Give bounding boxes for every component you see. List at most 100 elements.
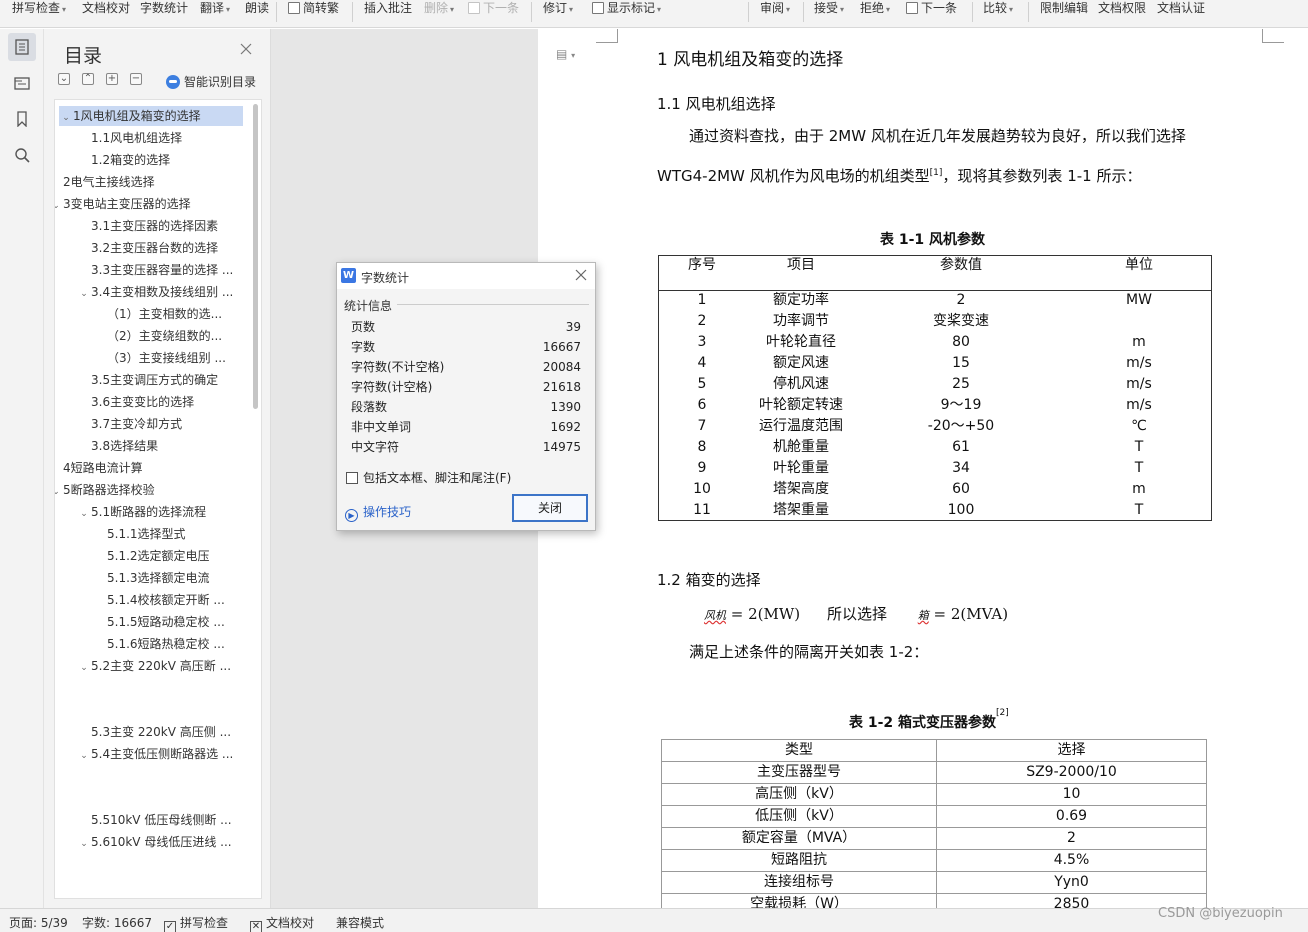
remove-icon[interactable]: − <box>130 73 142 85</box>
toc-scrollbar[interactable] <box>253 104 258 409</box>
ribbon-item-18[interactable]: 文档认证 <box>1157 0 1205 16</box>
dropdown-arrow-icon[interactable]: ▾ <box>657 5 661 14</box>
toc-item[interactable]: ⌄ 5.4主变低压侧断路器选 ... <box>77 744 243 764</box>
close-button[interactable]: 关闭 <box>512 494 588 522</box>
chevron-down-icon[interactable]: ⌄ <box>77 746 91 764</box>
ribbon-item-16[interactable]: 限制编辑 <box>1040 0 1088 16</box>
collapse-all-icon[interactable]: ⌄ <box>58 73 70 85</box>
chevron-down-icon[interactable]: ⌄ <box>77 658 91 676</box>
search-icon[interactable] <box>8 141 36 169</box>
toc-item[interactable]: 1.2箱变的选择 <box>91 150 243 170</box>
chevron-down-icon[interactable]: ⌄ <box>77 284 91 302</box>
table-row: 5 停机风速 25 m/s <box>697 376 1152 392</box>
ribbon-item-3[interactable]: 翻译 ▾ <box>200 0 230 16</box>
toc-item[interactable]: ⌄ 5.2主变 220kV 高压断 ... <box>77 656 243 676</box>
heading-1: 1 风电机组及箱变的选择 <box>657 50 844 70</box>
dialog-titlebar[interactable]: W 字数统计 <box>337 263 595 289</box>
ribbon-item-14[interactable]: 下一条 <box>906 0 957 16</box>
expand-up-icon[interactable]: ⌃ <box>82 73 94 85</box>
chevron-down-icon[interactable]: ⌄ <box>59 108 73 126</box>
toc-item[interactable]: 3.6主变变比的选择 <box>91 392 243 412</box>
toc-item[interactable]: 3.2主变压器台数的选择 <box>91 238 243 258</box>
toc-item[interactable]: 5.1.2选定额定电压 <box>107 546 243 566</box>
ribbon-item-6[interactable]: 插入批注 <box>364 0 412 16</box>
toc-item[interactable]: 5.1.3选择额定电流 <box>107 568 243 588</box>
dropdown-arrow-icon[interactable]: ▾ <box>569 5 573 14</box>
word-count-indicator[interactable]: 字数: 16667 <box>82 914 152 931</box>
bookmark-icon[interactable] <box>8 105 36 133</box>
chevron-down-icon[interactable]: ⌄ <box>55 196 63 214</box>
page-menu-icon[interactable]: ▤ ▾ <box>556 47 575 61</box>
ribbon-item-0[interactable]: 拼写检查 ▾ <box>12 0 66 16</box>
toc-item[interactable]: （2）主变绕组数的... <box>107 326 243 346</box>
dropdown-arrow-icon[interactable]: ▾ <box>886 5 890 14</box>
toc-item[interactable]: ⌄ 5.610kV 母线低压进线 ... <box>77 832 243 852</box>
close-icon[interactable] <box>240 43 254 57</box>
toc-icon[interactable] <box>8 33 36 61</box>
toc-item[interactable]: 3.5主变调压方式的确定 <box>91 370 243 390</box>
add-icon[interactable]: + <box>106 73 118 85</box>
ribbon-item-4[interactable]: 朗读 <box>245 0 269 16</box>
tips-link[interactable]: ▶ 操作技巧 <box>345 503 411 522</box>
toc-item[interactable]: 2电气主接线选择 <box>63 172 243 192</box>
margin-corner-left <box>596 29 618 43</box>
page-indicator[interactable]: 页面: 5/39 <box>9 914 68 931</box>
toc-item[interactable]: 5.1.6短路热稳定校 ... <box>107 634 243 654</box>
dropdown-arrow-icon[interactable]: ▾ <box>1009 5 1013 14</box>
ribbon-item-2[interactable]: 字数统计 <box>140 0 188 16</box>
toc-item[interactable]: 5.1.4校核额定开断 ... <box>107 590 243 610</box>
table-row: 8 机舱重量 61 T <box>697 439 1144 455</box>
ribbon-item-12[interactable]: 接受 ▾ <box>814 0 844 16</box>
ribbon-item-10[interactable]: 显示标记 ▾ <box>592 0 661 16</box>
ribbon-item-15[interactable]: 比较 ▾ <box>983 0 1013 16</box>
ribbon-item-7: 删除 ▾ <box>424 1 455 15</box>
chevron-down-icon[interactable]: ⌄ <box>77 504 91 522</box>
ribbon-item-13[interactable]: 拒绝 ▾ <box>860 0 890 16</box>
table-row: 低压侧（kV） 0.69 <box>661 805 1207 828</box>
toc-item[interactable]: 4短路电流计算 <box>63 458 243 478</box>
table-1-body: 1 额定功率 2 MW 2 功率调节 变桨变速 3 叶轮轮直径 80 m 4 额定风速 15 m/s 5 停机风… <box>658 290 1212 521</box>
toc-item[interactable]: 1.1风电机组选择 <box>91 128 243 148</box>
toc-item[interactable]: 5.510kV 低压母线侧断 ... <box>91 810 243 830</box>
ribbon-item-17[interactable]: 文档权限 <box>1098 0 1146 16</box>
toc-item[interactable]: 3.1主变压器的选择因素 <box>91 216 243 236</box>
ribbon-separator <box>531 2 532 22</box>
ribbon-item-5[interactable]: 简转繁 <box>288 0 339 16</box>
dropdown-arrow-icon[interactable]: ▾ <box>226 5 230 14</box>
toc-item[interactable]: 3.7主变冷却方式 <box>91 414 243 434</box>
play-icon: ▶ <box>345 509 358 522</box>
toc-item[interactable]: 3.3主变压器容量的选择 ... <box>91 260 243 280</box>
dropdown-arrow-icon[interactable]: ▾ <box>450 5 454 14</box>
toc-item[interactable]: ⌄5断路器选择校验 <box>55 480 243 500</box>
spell-check-toggle[interactable]: ✓ 拼写检查 <box>164 914 228 932</box>
ribbon-item-1[interactable]: 文档校对 <box>82 0 130 16</box>
tool-icon <box>468 2 480 14</box>
table-row: 9 叶轮重量 34 T <box>697 460 1144 476</box>
outline-icon[interactable] <box>8 69 36 97</box>
dropdown-arrow-icon[interactable]: ▾ <box>840 5 844 14</box>
ribbon-item-9[interactable]: 修订 ▾ <box>543 0 573 16</box>
smart-toc-button[interactable]: 智能识别目录 <box>166 73 256 90</box>
toc-item[interactable]: （1）主变相数的选... <box>107 304 243 324</box>
dropdown-arrow-icon[interactable]: ▾ <box>786 5 790 14</box>
toc-item[interactable]: 3.8选择结果 <box>91 436 243 456</box>
toc-item[interactable]: （3）主变接线组别 ... <box>107 348 243 368</box>
toc-item[interactable]: ⌄ 5.1断路器的选择流程 <box>77 502 243 522</box>
proofread-toggle[interactable]: ✕ 文档校对 <box>250 914 314 932</box>
close-icon[interactable] <box>575 269 587 281</box>
toc-item[interactable]: ⌄ 3.4主变相数及接线组别 ... <box>77 282 243 302</box>
toc-item[interactable]: 5.1.1选择型式 <box>107 524 243 544</box>
toc-item[interactable]: 5.3主变 220kV 高压侧 ... <box>91 722 243 742</box>
chevron-down-icon[interactable]: ⌄ <box>55 482 63 500</box>
include-notes-checkbox[interactable]: 包括文本框、脚注和尾注(F) <box>346 469 511 486</box>
table-row: 3 叶轮轮直径 80 m <box>697 334 1146 350</box>
toc-item[interactable]: 5.1.5短路动稳定校 ... <box>107 612 243 632</box>
ribbon-item-11[interactable]: 审阅 ▾ <box>760 0 790 16</box>
chevron-down-icon[interactable]: ⌄ <box>77 834 91 852</box>
tool-icon <box>288 2 300 14</box>
toc-item[interactable]: ⌄3变电站主变压器的选择 <box>55 194 243 214</box>
checkbox-box[interactable] <box>346 472 358 484</box>
tool-icon <box>592 2 604 14</box>
dropdown-arrow-icon[interactable]: ▾ <box>62 5 66 14</box>
toc-item[interactable]: ⌄ 1风电机组及箱变的选择 <box>59 106 243 126</box>
